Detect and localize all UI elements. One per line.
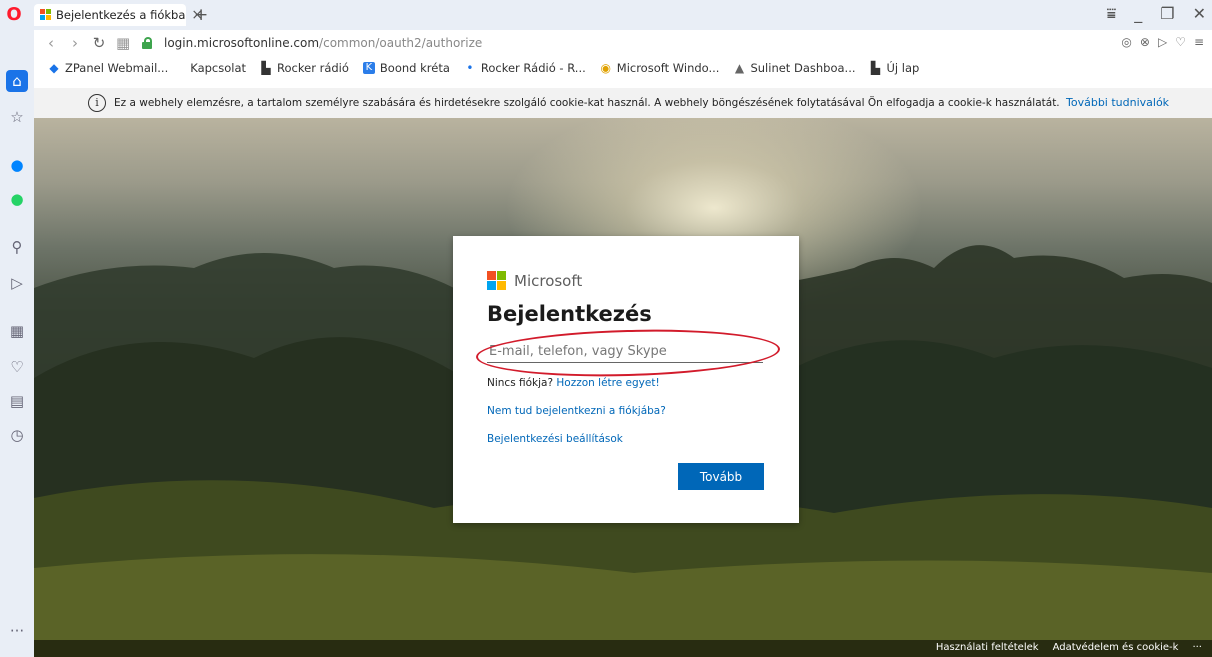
microsoft-logo: Microsoft xyxy=(487,271,582,290)
bookmark-microsoft-windows[interactable]: ◉ Microsoft Windo... xyxy=(600,61,720,75)
signin-card: Microsoft Bejelentkezés Nincs fiókja? Ho… xyxy=(453,236,799,523)
signin-title: Bejelentkezés xyxy=(487,302,652,326)
info-icon: i xyxy=(88,94,106,112)
star-icon[interactable]: ☆ xyxy=(6,106,28,128)
browser-tab[interactable]: Bejelentkezés a fiókba × xyxy=(34,4,203,26)
whatsapp-icon[interactable]: ● xyxy=(6,188,28,210)
address-bar: ‹ › ↻ ▦ login.microsoftonline.com/common… xyxy=(34,30,1212,57)
bookmark-rocker-radio-r[interactable]: • Rocker Rádió - R... xyxy=(464,61,585,75)
bookmark-zpanel[interactable]: ◆ ZPanel Webmail... xyxy=(48,61,168,75)
url-field[interactable]: login.microsoftonline.com/common/oauth2/… xyxy=(164,36,482,50)
create-account-link[interactable]: Hozzon létre egyet! xyxy=(556,377,659,389)
grid-icon[interactable]: ▦ xyxy=(6,320,28,342)
privacy-link[interactable]: Adatvédelem és cookie-k xyxy=(1053,642,1179,653)
bookmark-boond-kreta[interactable]: K Boond kréta xyxy=(362,61,450,75)
home-icon[interactable]: ⌂ xyxy=(6,70,28,92)
zpanel-icon: ◆ xyxy=(49,61,59,75)
sulinet-icon: ▲ xyxy=(734,61,745,75)
cookie-text: Ez a webhely elemzésre, a tartalom szemé… xyxy=(114,97,1060,109)
bookmark-uj-lap[interactable]: ▙ Új lap xyxy=(870,61,919,75)
send-icon[interactable]: ▷ xyxy=(1158,35,1167,49)
close-icon[interactable]: ✕ xyxy=(1193,4,1206,24)
forward-icon[interactable]: › xyxy=(68,34,82,52)
camera-icon[interactable]: ◎ xyxy=(1121,35,1131,49)
url-path: /common/oauth2/authorize xyxy=(319,36,483,50)
heart-icon[interactable]: ♡ xyxy=(1175,35,1186,49)
menu-icon[interactable]: ⩸ xyxy=(1107,4,1117,24)
adblock-icon[interactable]: ⊗ xyxy=(1140,35,1150,49)
file-icon: ▙ xyxy=(870,61,881,75)
microsoft-logo-icon xyxy=(487,271,506,290)
url-host: login.microsoftonline.com xyxy=(164,36,320,50)
tab-title: Bejelentkezés a fiókba xyxy=(56,8,186,22)
terms-link[interactable]: Használati feltételek xyxy=(936,642,1039,653)
k-icon: K xyxy=(362,62,375,74)
linux-icon: ◉ xyxy=(600,61,611,75)
opera-menu-icon[interactable]: O xyxy=(4,5,24,25)
search-icon[interactable]: ⚲ xyxy=(6,236,28,258)
next-button[interactable]: Tovább xyxy=(678,463,764,490)
news-icon[interactable]: ▤ xyxy=(6,390,28,412)
reload-icon[interactable]: ↻ xyxy=(92,34,106,52)
heart-icon[interactable]: ♡ xyxy=(6,356,28,378)
new-tab-button[interactable]: + xyxy=(194,5,208,25)
bookmark-sulinet[interactable]: ▲ Sulinet Dashboa... xyxy=(733,61,856,75)
speed-dial-icon[interactable]: ▦ xyxy=(116,34,130,52)
window-controls: ⩸ _ ❐ ✕ xyxy=(1107,4,1206,24)
signin-options-link[interactable]: Bejelentkezési beállítások xyxy=(487,433,623,445)
cookie-more-info-link[interactable]: További tudnivalók xyxy=(1066,96,1169,109)
no-account-text: Nincs fiókja? xyxy=(487,377,554,389)
red-annotation-circle xyxy=(475,326,781,380)
minimize-icon[interactable]: _ xyxy=(1134,4,1142,24)
footer-links: Használati feltételek Adatvédelem és coo… xyxy=(936,642,1202,653)
bookmark-kapcsolat[interactable]: Kapcsolat xyxy=(190,61,246,75)
lock-icon[interactable] xyxy=(142,37,152,49)
history-icon[interactable]: ◷ xyxy=(6,424,28,446)
cookie-banner: i Ez a webhely elemzésre, a tartalom sze… xyxy=(34,88,1212,119)
dot-icon: • xyxy=(466,61,474,75)
messenger-icon[interactable]: ● xyxy=(6,154,28,176)
no-account-row: Nincs fiókja? Hozzon létre egyet! xyxy=(487,377,660,389)
sidebar: ⌂ ☆ ● ● ⚲ ▷ ▦ ♡ ▤ ◷ ··· xyxy=(0,30,34,657)
more-icon[interactable]: ··· xyxy=(6,620,28,642)
address-bar-actions: ◎ ⊗ ▷ ♡ ≡ xyxy=(1121,35,1204,49)
microsoft-favicon-icon xyxy=(40,9,52,21)
microsoft-wordmark: Microsoft xyxy=(514,271,583,290)
back-icon[interactable]: ‹ xyxy=(44,34,58,52)
footer-more-icon[interactable]: ··· xyxy=(1192,642,1202,653)
send-icon[interactable]: ▷ xyxy=(6,272,28,294)
restore-icon[interactable]: ❐ xyxy=(1160,4,1174,24)
settings-icon[interactable]: ≡ xyxy=(1194,35,1204,49)
bookmarks-bar: ◆ ZPanel Webmail... Kapcsolat ▙ Rocker rád… xyxy=(34,56,1212,80)
file-icon: ▙ xyxy=(261,61,271,75)
bookmark-rocker-radio[interactable]: ▙ Rocker rádió xyxy=(260,61,348,75)
cant-access-link[interactable]: Nem tud bejelentkezni a fiókjába? xyxy=(487,405,666,417)
page-footer: Használati feltételek Adatvédelem és coo… xyxy=(34,640,1212,657)
